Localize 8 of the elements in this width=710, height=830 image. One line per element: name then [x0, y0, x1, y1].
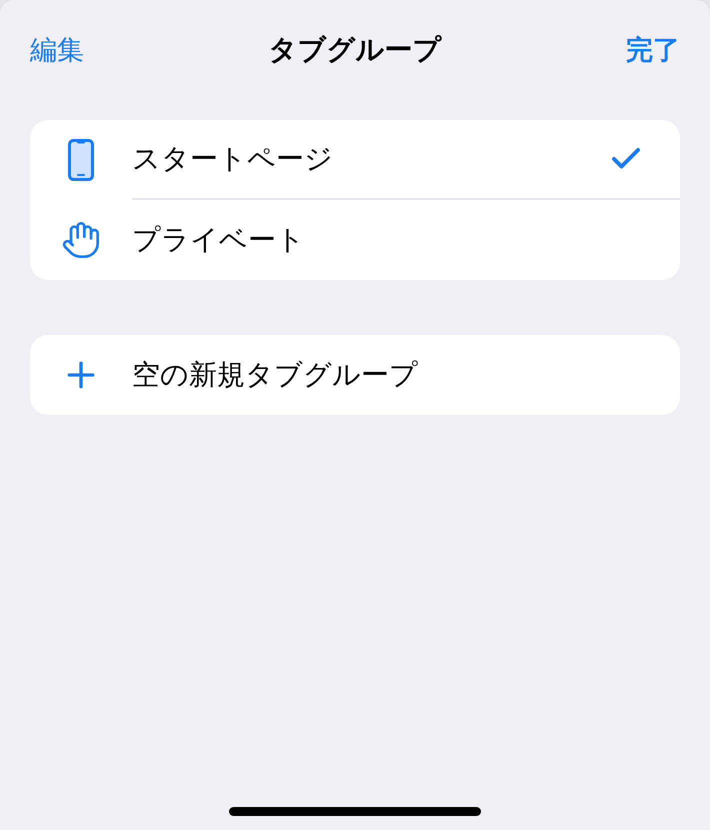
new-group-item[interactable]: 空の新規タブグループ — [132, 356, 418, 394]
edit-button[interactable]: 編集 — [30, 32, 84, 68]
done-button[interactable]: 完了 — [626, 32, 680, 68]
phone-icon — [68, 139, 94, 181]
hand-icon — [61, 220, 101, 260]
tab-group-item[interactable]: プライベート — [132, 221, 305, 259]
sheet-title: タブグループ — [268, 32, 442, 68]
tab-group-item[interactable]: スタートページ — [132, 140, 333, 178]
